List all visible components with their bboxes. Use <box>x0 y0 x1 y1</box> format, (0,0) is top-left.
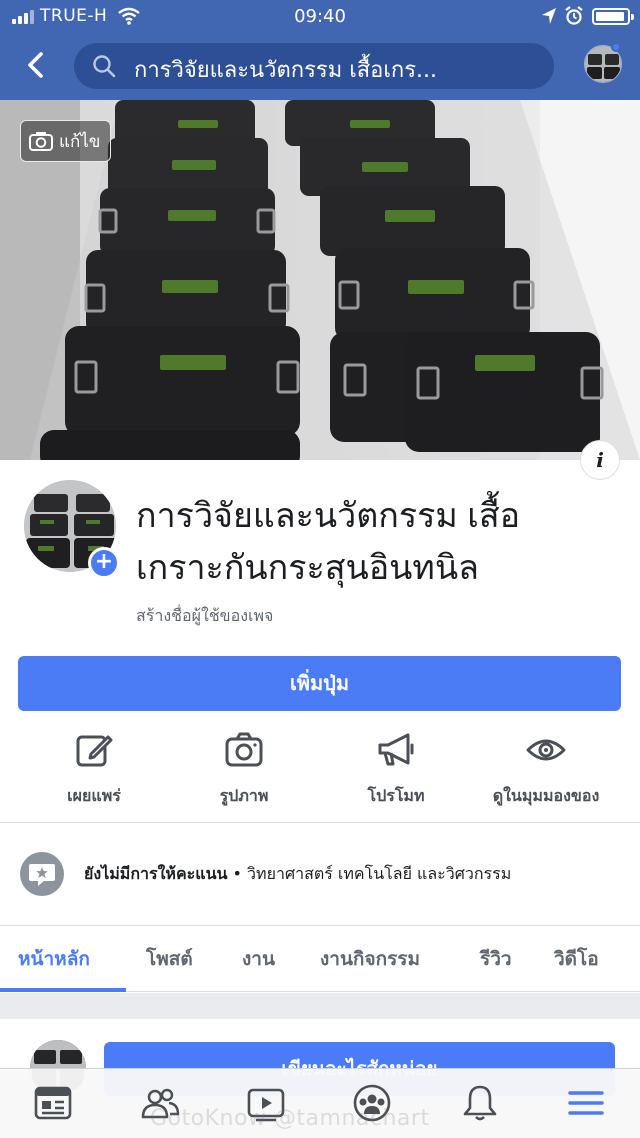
add-profile-photo-button[interactable]: + <box>88 547 120 579</box>
eye-icon <box>526 739 566 761</box>
section-separator <box>0 993 640 1019</box>
app-root: TRUE-H 09:40 การวิจัยและนวัตกรรม เสื้อเก… <box>0 0 640 1138</box>
menu-icon[interactable] <box>566 1083 606 1123</box>
active-tab-indicator <box>0 988 126 992</box>
watermark-text: GotoKnow @tamnachart <box>150 1106 430 1131</box>
tab-home[interactable]: หน้าหลัก <box>18 926 90 992</box>
notification-dot <box>611 42 621 52</box>
no-rating-text: ยังไม่มีการให้คะแนน <box>84 864 228 883</box>
page-category[interactable]: วิทยาศาสตร์ เทคโนโลยี และวิศวกรรม <box>247 864 511 883</box>
search-query: การวิจัยและนวัตกรรม เสื้อเกร... <box>134 58 438 83</box>
back-button[interactable] <box>18 47 54 83</box>
view-as-action[interactable]: ดูในมุมมองของ <box>466 726 626 822</box>
tab-videos[interactable]: วิดีโอ <box>554 926 599 992</box>
rating-row[interactable]: ยังไม่มีการให้คะแนน • วิทยาศาสตร์ เทคโนโ… <box>0 836 640 912</box>
publish-action[interactable]: เผยแพร่ <box>14 726 174 822</box>
status-bar: TRUE-H 09:40 <box>0 0 640 34</box>
news-feed-icon[interactable] <box>33 1083 73 1123</box>
rating-separator: • <box>227 864 248 883</box>
edit-cover-button[interactable]: แก้ไข <box>20 120 112 162</box>
view-as-label: ดูในมุมมองของ <box>492 786 600 805</box>
page-title: การวิจัยและนวัตกรรม เสื้อเกราะกันกระสุนอ… <box>136 497 521 587</box>
add-button[interactable]: เพิ่มปุ่ม <box>18 656 621 711</box>
camera-icon <box>29 132 53 151</box>
edit-icon <box>76 735 113 767</box>
tab-jobs[interactable]: งาน <box>242 926 275 992</box>
tab-reviews[interactable]: รีวิว <box>480 926 512 992</box>
camera-icon <box>225 732 263 767</box>
photos-label: รูปภาพ <box>219 786 269 805</box>
photos-action[interactable]: รูปภาพ <box>164 726 324 822</box>
top-bar: TRUE-H 09:40 การวิจัยและนวัตกรรม เสื้อเก… <box>0 0 640 100</box>
page-tabs: หน้าหลัก โพสต์ งาน งานกิจกรรม รีวิว วิดี… <box>0 925 640 992</box>
edit-cover-label: แก้ไข <box>59 131 101 152</box>
create-username-link[interactable]: สร้างชื่อผู้ใช้ของเพจ <box>136 604 273 629</box>
search-bar[interactable]: การวิจัยและนวัตกรรม เสื้อเกร... <box>74 43 554 89</box>
review-icon <box>20 852 64 896</box>
info-button[interactable]: i <box>580 440 620 480</box>
megaphone-icon <box>378 733 414 766</box>
notifications-icon[interactable] <box>460 1083 500 1123</box>
page-actions: เผยแพร่ รูปภาพ โปรโมท ดูในมุมมองของ <box>0 726 640 822</box>
rating-summary: ยังไม่มีการให้คะแนน • วิทยาศาสตร์ เทคโนโ… <box>84 862 511 887</box>
publish-label: เผยแพร่ <box>67 786 121 805</box>
battery-icon <box>592 8 634 25</box>
location-icon <box>542 8 556 24</box>
alarm-icon <box>565 6 583 25</box>
promote-label: โปรโมท <box>367 786 425 805</box>
tab-events[interactable]: งานกิจกรรม <box>320 926 420 992</box>
promote-action[interactable]: โปรโมท <box>316 726 476 822</box>
divider <box>0 822 640 823</box>
search-icon <box>93 55 116 78</box>
tab-posts[interactable]: โพสต์ <box>146 926 193 992</box>
